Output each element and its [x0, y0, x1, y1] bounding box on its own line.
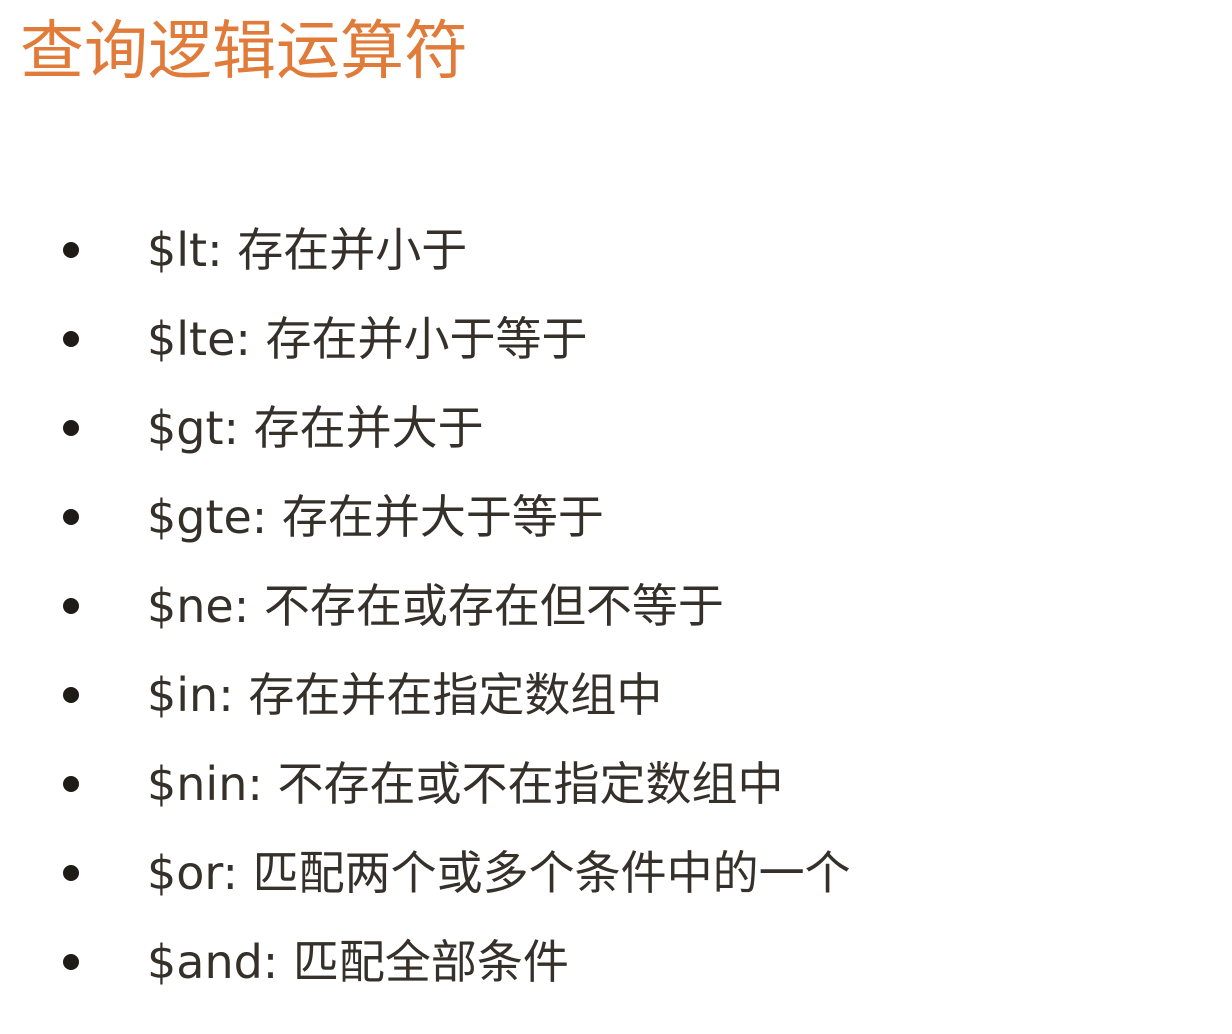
- bullet-icon: [63, 865, 79, 881]
- list-item-text: $nin: 不存在或不在指定数组中: [147, 757, 784, 811]
- bullet-icon: [63, 776, 79, 792]
- bullet-icon: [63, 598, 79, 614]
- list-item-text: $gte: 存在并大于等于: [147, 490, 604, 544]
- list-item-text: $in: 存在并在指定数组中: [147, 668, 663, 722]
- page-title: 查询逻辑运算符: [20, 15, 468, 89]
- list-item-text: $or: 匹配两个或多个条件中的一个: [147, 846, 851, 900]
- slide: 查询逻辑运算符 $lt: 存在并小于 $lte: 存在并小于等于 $gt: 存在…: [0, 0, 1232, 1034]
- list-item-text: $ne: 不存在或存在但不等于: [147, 579, 724, 633]
- bullet-icon: [63, 687, 79, 703]
- list-item-text: $gt: 存在并大于: [147, 401, 484, 455]
- list-item-text: $lt: 存在并小于: [147, 223, 468, 277]
- bullet-icon: [63, 242, 79, 258]
- bullet-icon: [63, 509, 79, 525]
- list-item-text: $and: 匹配全部条件: [147, 935, 569, 989]
- bullet-icon: [63, 331, 79, 347]
- bullet-icon: [63, 954, 79, 970]
- list-item-text: $lte: 存在并小于等于: [147, 312, 588, 366]
- bullet-icon: [63, 420, 79, 436]
